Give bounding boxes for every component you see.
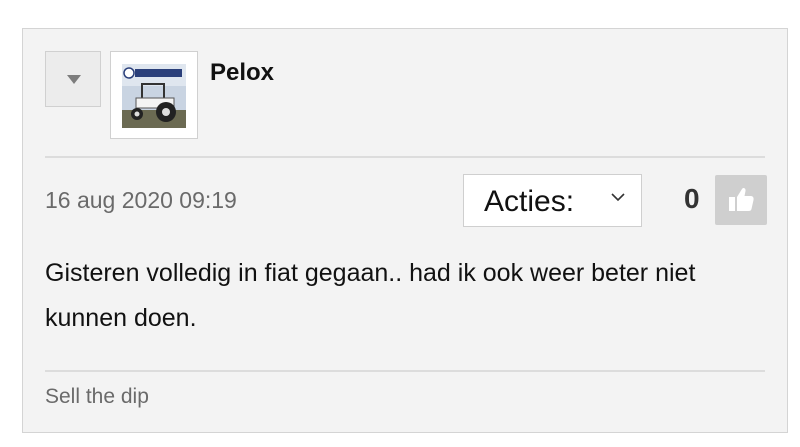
triangle-down-icon: [67, 75, 81, 84]
username-link[interactable]: Pelox: [210, 59, 274, 87]
header-divider: [45, 156, 765, 158]
actions-label: Acties:: [484, 185, 575, 218]
like-count: 0: [684, 183, 700, 214]
avatar[interactable]: [110, 51, 198, 139]
post-signature: Sell the dip: [45, 385, 149, 408]
post-timestamp: 16 aug 2020 09:19: [45, 187, 237, 213]
like-button[interactable]: [715, 175, 767, 225]
post-content: Gisteren volledig in fiat gegaan.. had i…: [45, 259, 696, 332]
signature-divider: [45, 370, 765, 372]
thumbs-up-icon: [729, 187, 754, 211]
chevron-down-icon: [611, 193, 625, 202]
collapse-toggle-button[interactable]: [45, 51, 101, 107]
actions-dropdown[interactable]: Acties:: [463, 174, 642, 227]
tractor-avatar-image: [122, 64, 186, 128]
forum-post: Pelox 16 aug 2020 09:19 Acties: 0 Gister…: [22, 28, 788, 433]
